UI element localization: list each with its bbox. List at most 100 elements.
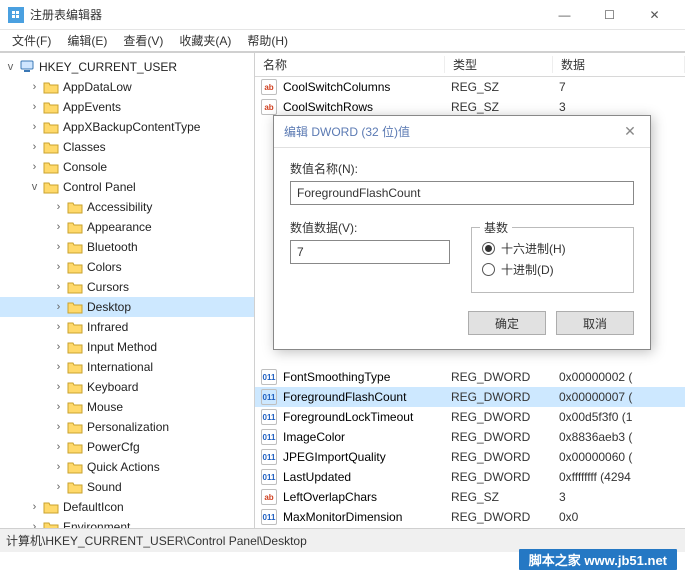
- list-row[interactable]: abLeftOverlapCharsREG_SZ3: [255, 487, 685, 507]
- cancel-button[interactable]: 取消: [556, 311, 634, 335]
- expander-icon[interactable]: ›: [28, 521, 41, 528]
- dialog-close-button[interactable]: ✕: [620, 123, 640, 140]
- base-fieldset: 基数 十六进制(H) 十进制(D): [471, 227, 634, 293]
- tree-item[interactable]: ›DefaultIcon: [0, 497, 254, 517]
- col-type[interactable]: 类型: [445, 56, 553, 73]
- value-name: ForegroundFlashCount: [283, 390, 451, 404]
- expander-icon[interactable]: ›: [28, 141, 41, 153]
- menu-file[interactable]: 文件(F): [4, 30, 59, 51]
- expander-icon[interactable]: ›: [52, 261, 65, 273]
- value-data: 0xffffffff (4294: [559, 470, 685, 484]
- tree-item[interactable]: ›Classes: [0, 137, 254, 157]
- tree-item[interactable]: ›Appearance: [0, 217, 254, 237]
- expander-icon[interactable]: ›: [28, 121, 41, 133]
- expander-icon[interactable]: ›: [52, 461, 65, 473]
- expander-icon[interactable]: ›: [52, 401, 65, 413]
- expander-icon[interactable]: ›: [52, 221, 65, 233]
- tree-item[interactable]: › AppDataLow: [0, 77, 254, 97]
- list-row[interactable]: 011JPEGImportQualityREG_DWORD0x00000060 …: [255, 447, 685, 467]
- expander-icon[interactable]: ›: [28, 81, 41, 93]
- value-data: 0x00000002 (: [559, 370, 685, 384]
- tree-item[interactable]: ›Desktop: [0, 297, 254, 317]
- list-row[interactable]: 011ImageColorREG_DWORD0x8836aeb3 (: [255, 427, 685, 447]
- tree-item[interactable]: ›Input Method: [0, 337, 254, 357]
- tree-item[interactable]: › Console: [0, 157, 254, 177]
- menu-edit[interactable]: 编辑(E): [59, 30, 115, 51]
- value-name: CoolSwitchColumns: [283, 80, 451, 94]
- radio-dec[interactable]: 十进制(D): [482, 261, 623, 278]
- tree-item[interactable]: ›International: [0, 357, 254, 377]
- expander-icon[interactable]: ›: [28, 101, 41, 113]
- value-data-input[interactable]: [290, 240, 450, 264]
- tree-label: Mouse: [87, 400, 123, 414]
- expander-icon[interactable]: v: [28, 181, 41, 193]
- tree-item[interactable]: ›Personalization: [0, 417, 254, 437]
- col-data[interactable]: 数据: [553, 56, 685, 73]
- close-button[interactable]: ✕: [632, 1, 677, 29]
- list-row[interactable]: 011ForegroundLockTimeoutREG_DWORD0x00d5f…: [255, 407, 685, 427]
- expander-icon[interactable]: ›: [52, 361, 65, 373]
- expander-icon[interactable]: ›: [28, 161, 41, 173]
- list-row[interactable]: 011FontSmoothingTypeREG_DWORD0x00000002 …: [255, 367, 685, 387]
- folder-icon: [67, 240, 83, 254]
- value-type: REG_DWORD: [451, 470, 559, 484]
- value-data: 0x00d5f3f0 (1: [559, 410, 685, 424]
- tree-item[interactable]: › AppEvents: [0, 97, 254, 117]
- menu-view[interactable]: 查看(V): [115, 30, 171, 51]
- col-name[interactable]: 名称: [255, 56, 445, 73]
- tree-item[interactable]: ›AppXBackupContentType: [0, 117, 254, 137]
- expander-icon[interactable]: ›: [52, 441, 65, 453]
- tree-item[interactable]: ›Environment: [0, 517, 254, 528]
- tree-item[interactable]: ›Colors: [0, 257, 254, 277]
- expander-icon[interactable]: ›: [52, 201, 65, 213]
- expander-icon[interactable]: ›: [52, 281, 65, 293]
- minimize-button[interactable]: —: [542, 1, 587, 29]
- radio-hex[interactable]: 十六进制(H): [482, 240, 623, 257]
- list-row[interactable]: abCoolSwitchRowsREG_SZ3: [255, 97, 685, 117]
- expander-icon[interactable]: ›: [52, 481, 65, 493]
- tree-item[interactable]: ›Cursors: [0, 277, 254, 297]
- list-row[interactable]: 011LastUpdatedREG_DWORD0xffffffff (4294: [255, 467, 685, 487]
- expander-icon[interactable]: ›: [52, 241, 65, 253]
- tree-label: Accessibility: [87, 200, 152, 214]
- expander-icon[interactable]: ›: [52, 421, 65, 433]
- expander-icon[interactable]: v: [4, 61, 17, 73]
- tree-root[interactable]: v HKEY_CURRENT_USER: [0, 57, 254, 77]
- tree-label: Console: [63, 160, 107, 174]
- tree-item[interactable]: ›Sound: [0, 477, 254, 497]
- tree-item[interactable]: › Accessibility: [0, 197, 254, 217]
- expander-icon[interactable]: ›: [52, 381, 65, 393]
- tree-item[interactable]: ›Keyboard: [0, 377, 254, 397]
- expander-icon[interactable]: ›: [52, 341, 65, 353]
- value-type: REG_DWORD: [451, 370, 559, 384]
- ok-button[interactable]: 确定: [468, 311, 546, 335]
- tree-pane[interactable]: v HKEY_CURRENT_USER › AppDataLow › AppEvent…: [0, 53, 255, 528]
- folder-icon: [67, 280, 83, 294]
- tree-control-panel[interactable]: v Control Panel: [0, 177, 254, 197]
- list-row[interactable]: 011MaxMonitorDimensionREG_DWORD0x0: [255, 507, 685, 527]
- maximize-button[interactable]: ☐: [587, 1, 632, 29]
- menu-favorites[interactable]: 收藏夹(A): [171, 30, 239, 51]
- tree-label: AppDataLow: [63, 80, 132, 94]
- value-name: FontSmoothingType: [283, 370, 451, 384]
- value-name-input[interactable]: [290, 181, 634, 205]
- string-value-icon: ab: [261, 79, 277, 95]
- list-row[interactable]: abCoolSwitchColumnsREG_SZ7: [255, 77, 685, 97]
- menu-help[interactable]: 帮助(H): [239, 30, 296, 51]
- folder-icon: [43, 120, 59, 134]
- tree-item[interactable]: ›Quick Actions: [0, 457, 254, 477]
- dialog-title: 编辑 DWORD (32 位)值: [284, 123, 410, 140]
- expander-icon[interactable]: ›: [28, 501, 41, 513]
- tree-item[interactable]: › Mouse: [0, 397, 254, 417]
- value-type: REG_SZ: [451, 80, 559, 94]
- expander-icon[interactable]: ›: [52, 301, 65, 313]
- list-row[interactable]: 011ForegroundFlashCountREG_DWORD0x000000…: [255, 387, 685, 407]
- dialog-titlebar[interactable]: 编辑 DWORD (32 位)值 ✕: [274, 116, 650, 148]
- tree-label: AppEvents: [63, 100, 121, 114]
- tree-label: Control Panel: [63, 180, 136, 194]
- tree-item[interactable]: ›PowerCfg: [0, 437, 254, 457]
- tree-item[interactable]: ›Infrared: [0, 317, 254, 337]
- dword-value-icon: 011: [261, 389, 277, 405]
- tree-item[interactable]: ›Bluetooth: [0, 237, 254, 257]
- expander-icon[interactable]: ›: [52, 321, 65, 333]
